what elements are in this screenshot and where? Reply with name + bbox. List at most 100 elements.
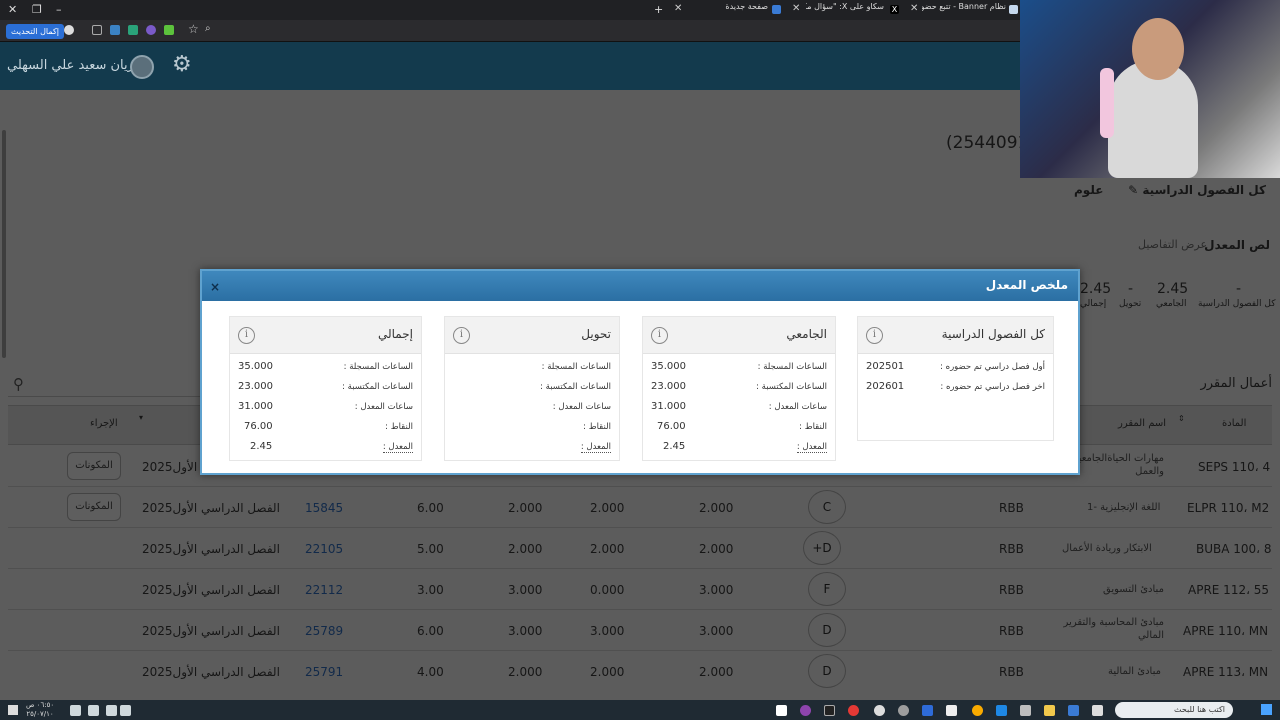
row-divider [8,486,1272,487]
row-hours: 2.000 [699,501,734,515]
search-icon[interactable]: ⌕ [205,23,211,34]
restore-window-icon[interactable]: ❐ [32,3,42,16]
grade-badge: +D [803,531,841,565]
avatar[interactable] [130,55,154,79]
row-campus: RBB [999,624,1024,638]
system-clock[interactable]: ٠٦:٥٠ ص ٢٥/٠٧/١٠ [26,701,54,719]
app-icon[interactable] [800,705,811,716]
col-action[interactable]: الإجراء [90,418,118,429]
tab-x-post[interactable]: سكاو على X: "سؤال مكرر" ماذا [806,2,884,18]
volume-icon[interactable] [120,705,131,716]
row-course-name: مبادئ المالية [1108,666,1161,677]
gpa-summary-value: 2.45 [1157,281,1189,297]
stat-label: الساعات المسجلة : [343,362,413,372]
row-crn-link[interactable]: 15845 [305,501,343,515]
app-icon[interactable] [1068,705,1079,716]
microphone-icon [1100,68,1114,138]
app-icon[interactable] [874,705,885,716]
info-icon[interactable]: i [453,327,470,344]
app-icon[interactable] [1020,705,1031,716]
app-icon[interactable] [848,705,859,716]
extension-icon[interactable] [146,25,156,35]
sort-icon[interactable]: ⇕ [1178,414,1185,423]
settings-icon[interactable] [898,705,909,716]
app-icon[interactable] [996,705,1007,716]
row-hours: 2.000 [590,501,625,515]
tab-favicon-icon [1009,5,1018,14]
extensions-icon[interactable] [92,25,102,35]
row-course-name: مبادئ المحاسبة والتقرير المالي [1063,617,1164,641]
search-icon[interactable]: ⚲ [13,375,24,393]
gpa-summary-label: الجامعي [1156,299,1187,309]
gpa-summary-value: 2.45 [1080,281,1112,297]
tab-banner[interactable]: نظام Banner - تتبع حضور الطلاب [922,2,1006,18]
update-button[interactable]: إكمال التحديث [6,24,64,39]
col-subject[interactable]: المادة [1222,418,1246,429]
close-window-icon[interactable]: ✕ [8,3,17,16]
user-name[interactable]: ريان سعيد علي السهلي [7,58,134,73]
tab-new-page[interactable]: صفحة جديدة [700,2,768,18]
row-points: 4.00 [417,665,444,679]
stat-value: 23.000 [238,381,273,392]
stat-value: 31.000 [651,401,686,412]
app-icon[interactable] [922,705,933,716]
star-icon[interactable]: ☆ [188,22,199,36]
row-divider [8,568,1272,569]
notification-icon[interactable] [8,705,18,715]
app-icon[interactable] [824,705,835,716]
tab-close-icon[interactable]: ✕ [674,3,682,14]
microphone-icon[interactable] [106,705,117,716]
stat-label: النقاط : [385,422,413,432]
scrollbar[interactable] [2,130,6,358]
nav-semesters[interactable]: كل الفصول الدراسية ✎ [1128,183,1266,197]
card-header: الجامعي i [643,317,835,354]
info-icon[interactable]: i [651,327,668,344]
gpa-details-link[interactable]: عرض التفاصيل [1138,238,1207,251]
extension-icon[interactable] [128,25,138,35]
close-icon[interactable]: × [210,280,220,294]
folder-icon[interactable] [1044,705,1055,716]
nav-log[interactable]: علوم [1074,183,1103,197]
os-taskbar: ٠٦:٥٠ ص ٢٥/٠٧/١٠ اكتب هنا للبحث [0,700,1280,720]
task-view-icon[interactable] [1092,705,1103,716]
profile-icon[interactable] [64,25,74,35]
tab-close-icon[interactable]: ✕ [910,3,918,14]
row-course-name: الابتكار وريادة الأعمال [1062,543,1152,554]
windows-start-icon[interactable] [1261,704,1272,715]
card-institution: الجامعي i الساعات المسجلة : 35.000 الساع… [642,316,836,461]
stat-label: الساعات المكتسبة : [756,382,827,392]
app-icon[interactable] [776,705,787,716]
card-transfer: تحويل i الساعات المسجلة : الساعات المكتس… [444,316,620,461]
row-hours: 2.000 [699,665,734,679]
app-icon[interactable] [946,705,957,716]
minimize-window-icon[interactable]: – [56,3,62,16]
stat-label: الساعات المكتسبة : [540,382,611,392]
chrome-icon[interactable] [972,705,983,716]
wifi-icon[interactable] [88,705,99,716]
extension-icon[interactable] [164,25,174,35]
card-title: الجامعي [786,327,827,341]
new-tab-button[interactable]: + [654,3,663,16]
col-course-name[interactable]: اسم المقرر [1118,418,1166,429]
info-icon[interactable]: i [866,327,883,344]
row-crn-link[interactable]: 25791 [305,665,343,679]
row-crn-link[interactable]: 25789 [305,624,343,638]
row-subject: SEPS 110، 4 [1198,460,1271,474]
info-icon[interactable]: i [238,327,255,344]
row-crn-link[interactable]: 22112 [305,583,343,597]
stat-value: 2.45 [250,441,273,452]
components-button[interactable]: المكونات [67,452,121,480]
row-crn-link[interactable]: 22105 [305,542,343,556]
stat-label: الساعات المسجلة : [541,362,611,372]
stat-value: 35.000 [651,361,686,372]
language-icon[interactable] [70,705,81,716]
components-button[interactable]: المكونات [67,493,121,521]
row-hours: 2.000 [590,665,625,679]
card-title: تحويل [581,327,611,341]
bookmark-icon[interactable] [110,25,120,35]
sort-down-icon[interactable]: ▾ [139,413,143,422]
gear-icon[interactable]: ⚙ [172,52,192,77]
tab-close-icon[interactable]: ✕ [792,3,800,14]
row-hours: 3.000 [699,583,734,597]
taskbar-search[interactable]: اكتب هنا للبحث [1115,702,1233,718]
